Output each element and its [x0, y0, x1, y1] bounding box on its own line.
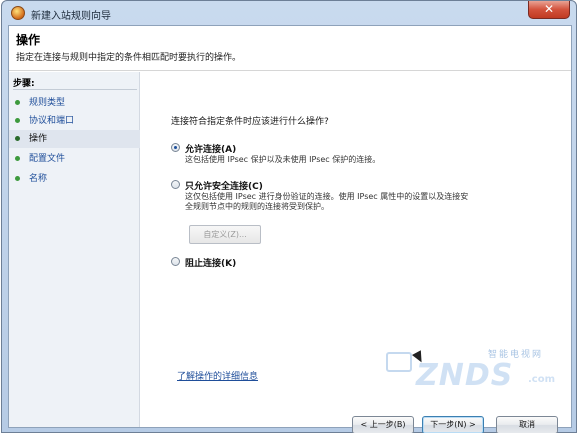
window-title: 新建入站规则向导	[31, 11, 111, 22]
allow-label[interactable]: 允许连接(A)	[185, 142, 236, 155]
block-radio[interactable]	[171, 257, 180, 266]
sidebar-item-action[interactable]: 操作	[9, 130, 140, 148]
sidebar-item-rule-type[interactable]: 规则类型	[9, 94, 140, 112]
next-button[interactable]: 下一步(N) >	[422, 416, 484, 433]
steps-divider	[13, 89, 137, 90]
page-description: 指定在连接与规则中指定的条件相匹配时要执行的操作。	[16, 53, 242, 63]
allow-radio[interactable]	[171, 143, 180, 152]
allow-description: 这包括使用 IPsec 保护以及未使用 IPsec 保护的连接。	[185, 155, 381, 164]
secure-description-line-2: 全规则节点中的规则的连接将受到保护。	[185, 202, 329, 211]
secure-label[interactable]: 只允许安全连接(C)	[185, 179, 263, 192]
page-title: 操作	[16, 33, 41, 47]
step-bullet-icon	[15, 100, 20, 105]
secure-radio[interactable]	[171, 180, 180, 189]
step-bullet-icon	[15, 156, 20, 161]
sidebar-item-profile[interactable]: 配置文件	[9, 150, 140, 168]
sidebar-item-label: 名称	[29, 174, 48, 184]
cancel-button[interactable]: 取消	[496, 416, 558, 433]
wizard-window: 新建入站规则向导 ✕ 操作 指定在连接与规则中指定的条件相匹配时要执行的操作。 …	[1, 0, 577, 433]
main-panel: 连接符合指定条件时应该进行什么操作? 允许连接(A) 这包括使用 IPsec 保…	[141, 72, 571, 433]
block-label[interactable]: 阻止连接(K)	[185, 256, 236, 269]
firewall-app-icon	[11, 6, 25, 20]
step-bullet-icon	[15, 118, 20, 123]
action-question: 连接符合指定条件时应该进行什么操作?	[171, 117, 329, 127]
wizard-client-area: 操作 指定在连接与规则中指定的条件相匹配时要执行的操作。 步骤: 规则类型 协议…	[8, 25, 572, 433]
sidebar-item-label: 配置文件	[29, 154, 66, 164]
sidebar-item-label: 协议和端口	[29, 116, 75, 126]
sidebar-item-label: 操作	[29, 134, 48, 144]
sidebar-item-name[interactable]: 名称	[9, 170, 140, 188]
customize-button[interactable]: 自定义(Z)...	[189, 225, 261, 244]
close-button[interactable]: ✕	[528, 1, 570, 19]
sidebar-item-protocol-port[interactable]: 协议和端口	[9, 112, 140, 130]
steps-heading: 步骤:	[13, 79, 35, 89]
learn-more-link[interactable]: 了解操作的详细信息	[177, 369, 258, 382]
steps-sidebar: 步骤: 规则类型 协议和端口 操作 配置文件 名称	[9, 72, 140, 427]
title-bar[interactable]: 新建入站规则向导 ✕	[2, 1, 576, 25]
page-header: 操作 指定在连接与规则中指定的条件相匹配时要执行的操作。	[9, 26, 571, 71]
secure-description-line-1: 这仅包括使用 IPsec 进行身份验证的连接。使用 IPsec 属性中的设置以及…	[185, 192, 469, 201]
step-bullet-icon	[15, 176, 20, 181]
step-bullet-icon	[15, 136, 20, 141]
back-button[interactable]: < 上一步(B)	[352, 416, 414, 433]
sidebar-item-label: 规则类型	[29, 98, 66, 108]
